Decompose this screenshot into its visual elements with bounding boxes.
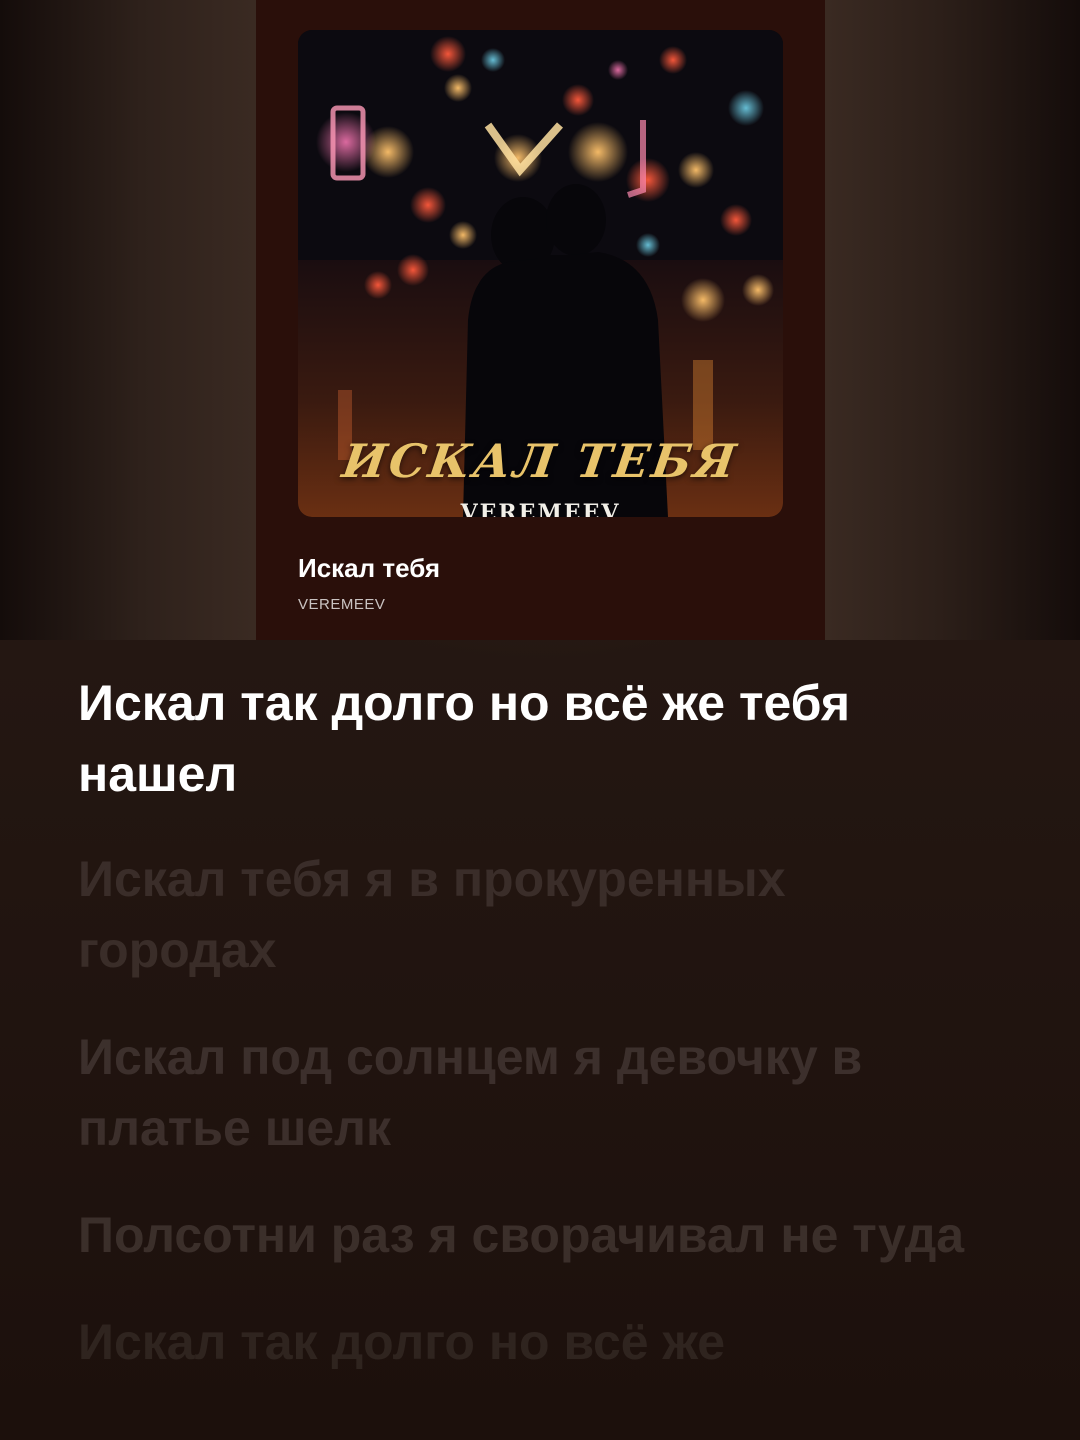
- now-playing-card[interactable]: ИСКАЛ ТЕБЯ VEREMEEV Искал тебя VEREMEEV: [256, 0, 825, 640]
- album-cover-title: ИСКАЛ ТЕБЯ: [339, 434, 742, 488]
- lyric-line-current[interactable]: Искал так долго но всё же тебя нашел: [78, 668, 978, 810]
- lyric-line[interactable]: Искал под солнцем я девочку в платье шел…: [78, 1022, 978, 1164]
- album-cover-artist: VEREMEEV: [460, 500, 621, 517]
- background-blur-right: [825, 0, 1080, 640]
- lyric-line[interactable]: Полсотни раз я сворачивал не туда: [78, 1200, 978, 1271]
- track-title[interactable]: Искал тебя: [298, 553, 440, 584]
- lyric-line[interactable]: Искал тебя я в прокуренных городах: [78, 844, 978, 986]
- lyric-line[interactable]: Искал так долго но всё же: [78, 1307, 978, 1378]
- track-artist[interactable]: VEREMEEV: [298, 596, 385, 613]
- album-cover[interactable]: ИСКАЛ ТЕБЯ VEREMEEV: [298, 30, 783, 517]
- background-blur-left: [0, 0, 256, 640]
- lyrics-panel[interactable]: Искал так долго но всё же тебя нашел Иск…: [78, 668, 978, 1414]
